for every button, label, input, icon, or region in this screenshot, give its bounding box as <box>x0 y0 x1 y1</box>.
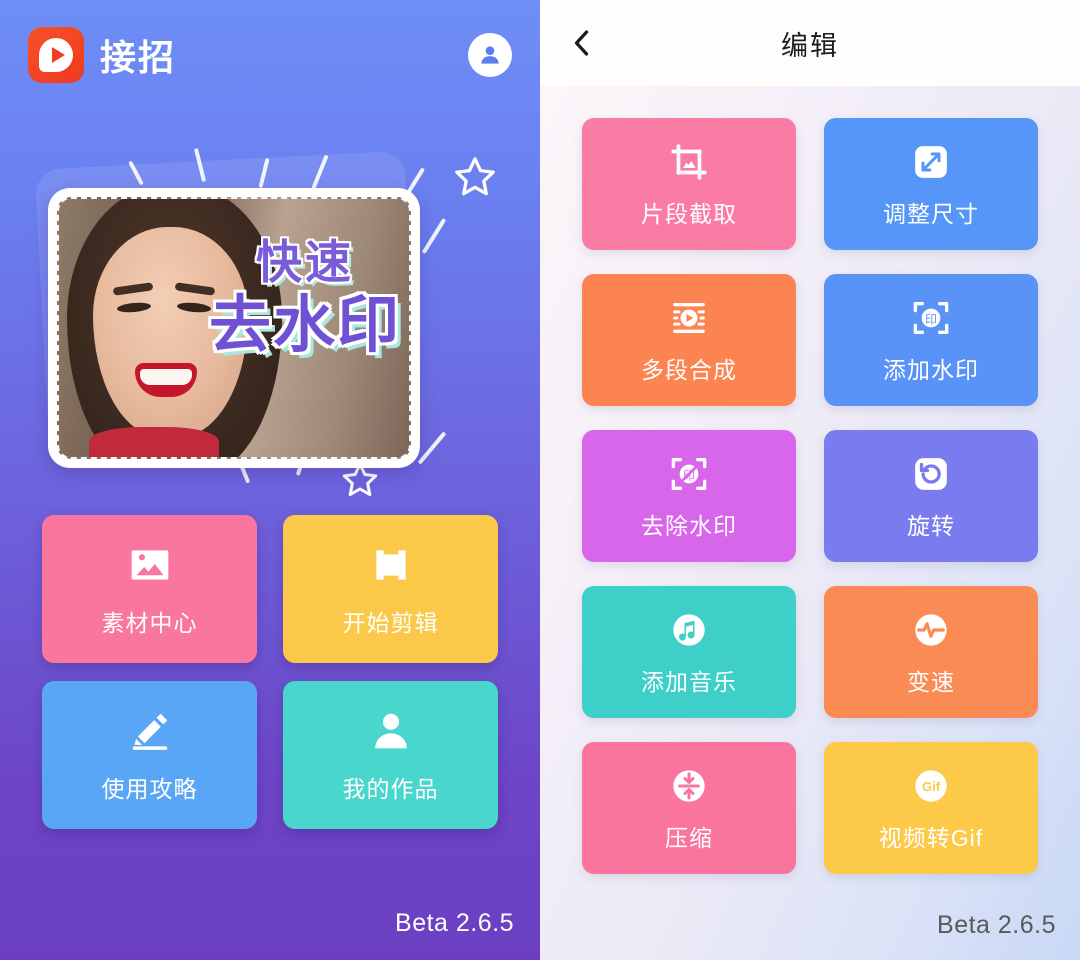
edit-tile-label: 添加音乐 <box>641 669 737 695</box>
version-label: Beta 2.6.5 <box>395 909 514 937</box>
edit-tile-add-watermark[interactable]: 印 添加水印 <box>824 274 1038 406</box>
chevron-glyph <box>574 30 589 56</box>
home-tile-start-editing[interactable]: 开始剪辑 <box>283 515 498 663</box>
compress-arrows-icon <box>669 763 709 809</box>
remove-watermark-scan-icon: 印 <box>669 451 709 497</box>
chevron-left-icon[interactable] <box>560 21 604 65</box>
home-tile-my-works[interactable]: 我的作品 <box>283 681 498 829</box>
edit-tile-label: 压缩 <box>665 825 713 851</box>
home-tile-material-center[interactable]: 素材中心 <box>42 515 257 663</box>
home-tile-label: 开始剪辑 <box>342 610 439 636</box>
edit-tile-label: 片段截取 <box>641 201 737 227</box>
edit-header: 编辑 <box>540 0 1080 86</box>
portrait-shirt <box>89 427 219 457</box>
edit-tile-grid: 片段截取 调整尺寸 多段合成 印 添加水印 去除水印 旋转 添加音乐 变速 压缩… <box>582 118 1038 874</box>
video-merge-play-icon <box>669 295 709 341</box>
svg-text:印: 印 <box>925 312 937 326</box>
person-glyph <box>481 46 499 64</box>
edit-tile-label: 调整尺寸 <box>883 201 979 227</box>
edit-tile-label: 添加水印 <box>883 357 979 383</box>
edit-tile-remove-watermark[interactable]: 印 去除水印 <box>582 430 796 562</box>
edit-panel: 编辑 片段截取 调整尺寸 多段合成 印 添加水印 去除水印 旋转 添加音乐 变速… <box>540 0 1080 960</box>
image-picture-icon <box>128 540 172 590</box>
edit-tile-multi-merge[interactable]: 多段合成 <box>582 274 796 406</box>
speed-line-decoration <box>421 217 447 255</box>
edit-tile-compress[interactable]: 压缩 <box>582 742 796 874</box>
logo-play-triangle <box>51 47 65 63</box>
gif-icon-text: Gif <box>922 779 941 794</box>
edit-tile-speed[interactable]: 变速 <box>824 586 1038 718</box>
home-tile-usage-guide[interactable]: 使用攻略 <box>42 681 257 829</box>
home-panel: 接招 快速 去水印 素材中心 开始剪辑 使用攻略 我的作品 Beta 2.6.5 <box>0 0 540 960</box>
person-user-icon <box>369 706 413 756</box>
banner-photo: 快速 去水印 <box>57 197 411 459</box>
edit-tile-add-music[interactable]: 添加音乐 <box>582 586 796 718</box>
banner-photo-card: 快速 去水印 <box>48 188 420 468</box>
banner-headline: 快速 去水印 <box>209 239 401 357</box>
edit-tile-label: 多段合成 <box>641 357 737 383</box>
gif-circle-icon: Gif <box>911 763 951 809</box>
home-tile-grid: 素材中心 开始剪辑 使用攻略 我的作品 <box>42 515 498 829</box>
music-note-icon <box>669 607 709 653</box>
add-watermark-scan-icon: 印 <box>911 295 951 341</box>
home-tile-label: 素材中心 <box>101 610 198 636</box>
edit-tile-label: 视频转Gif <box>878 825 984 851</box>
logo-bubble-shape <box>39 38 73 72</box>
crop-frame-icon <box>669 139 709 185</box>
edit-tile-clip-trim[interactable]: 片段截取 <box>582 118 796 250</box>
portrait-teeth <box>140 369 192 385</box>
edit-tile-video-to-gif[interactable]: Gif 视频转Gif <box>824 742 1038 874</box>
rotate-counterclockwise-icon <box>911 451 951 497</box>
star-badge-icon <box>369 540 413 590</box>
edit-tile-label: 变速 <box>907 669 955 695</box>
edit-tile-rotate[interactable]: 旋转 <box>824 430 1038 562</box>
speed-pulse-icon <box>911 607 951 653</box>
home-tile-label: 我的作品 <box>342 776 439 802</box>
play-bubble-logo-icon <box>28 27 84 83</box>
version-label: Beta 2.6.5 <box>937 911 1056 939</box>
pencil-edit-icon <box>128 706 172 756</box>
resize-diagonal-icon <box>911 139 951 185</box>
app-screenshot: 接招 快速 去水印 素材中心 开始剪辑 使用攻略 我的作品 Beta 2.6.5… <box>0 0 1080 960</box>
home-header: 接招 <box>0 0 540 110</box>
page-title: 接招 <box>100 37 177 78</box>
star-outline-icon <box>452 154 498 200</box>
banner-headline-top: 快速 <box>255 236 354 288</box>
promo-banner[interactable]: 快速 去水印 <box>0 148 540 496</box>
edit-tile-label: 去除水印 <box>641 513 737 539</box>
edit-tile-label: 旋转 <box>907 513 955 539</box>
edit-tile-resize[interactable]: 调整尺寸 <box>824 118 1038 250</box>
speed-line-decoration <box>417 431 447 465</box>
banner-headline-bottom: 去水印 <box>208 291 401 360</box>
edit-page-title: 编辑 <box>781 30 839 61</box>
home-tile-label: 使用攻略 <box>101 776 198 802</box>
account-avatar-icon[interactable] <box>468 33 512 77</box>
